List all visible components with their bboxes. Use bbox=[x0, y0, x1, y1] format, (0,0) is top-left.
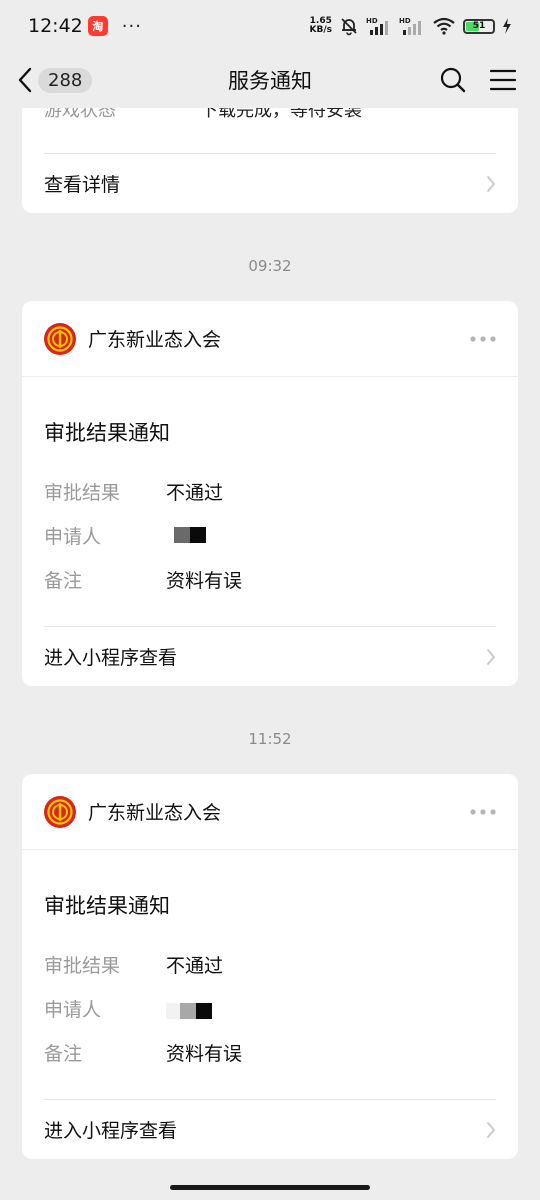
field-label: 申请人 bbox=[44, 998, 102, 1021]
bell-muted-icon bbox=[341, 18, 357, 36]
partial-message-card: 游戏状态 下载完成，等待安装 查看详情 bbox=[22, 108, 518, 213]
open-miniprogram-link[interactable]: 进入小程序查看 bbox=[22, 1100, 518, 1159]
message-list: 游戏状态 下载完成，等待安装 查看详情 09:32 广东新业态入会 审批结果通知… bbox=[0, 108, 540, 1159]
card-title: 审批结果通知 bbox=[44, 421, 170, 445]
card-title: 审批结果通知 bbox=[44, 894, 170, 918]
field-row: 备注 资料有误 bbox=[22, 557, 518, 601]
more-dots-icon[interactable] bbox=[470, 808, 496, 815]
signal-hd-2-label: HD bbox=[399, 17, 411, 25]
chevron-right-icon bbox=[487, 1121, 495, 1138]
field-label: 审批结果 bbox=[44, 954, 121, 977]
open-miniprogram-label: 进入小程序查看 bbox=[44, 1120, 178, 1142]
field-label: 备注 bbox=[44, 1042, 83, 1065]
battery-level: 51 bbox=[472, 21, 486, 31]
network-speed-unit: KB/s bbox=[309, 25, 332, 35]
field-label: 申请人 bbox=[44, 525, 102, 548]
signal-hd-icon: HD bbox=[366, 17, 388, 35]
chevron-left-icon bbox=[18, 67, 32, 93]
redacted-applicant bbox=[166, 1003, 212, 1019]
field-row: 审批结果 不通过 bbox=[22, 469, 518, 513]
back-button[interactable]: 288 bbox=[18, 67, 93, 93]
union-logo-icon[interactable] bbox=[44, 795, 76, 828]
signal-hd-label: HD bbox=[366, 17, 378, 25]
message-card: 广东新业态入会 审批结果通知 审批结果 不通过 申请人 备注 资料有误 进入小程… bbox=[22, 774, 518, 1159]
field-row: 审批结果 不通过 bbox=[22, 942, 518, 986]
chevron-right-icon bbox=[487, 648, 495, 665]
status-right-group: 1.65 KB/s HD HD 51 bbox=[310, 16, 512, 36]
charging-bolt-icon bbox=[503, 18, 511, 34]
home-indicator[interactable] bbox=[170, 1185, 370, 1190]
field-label: 审批结果 bbox=[44, 481, 121, 504]
field-value: 不通过 bbox=[166, 481, 224, 504]
union-logo-icon[interactable] bbox=[44, 322, 76, 355]
field-row: 申请人 bbox=[22, 513, 518, 557]
message-timestamp: 11:52 bbox=[248, 730, 292, 748]
search-icon[interactable] bbox=[440, 67, 466, 93]
field-row: 申请人 bbox=[22, 986, 518, 1030]
field-label: 备注 bbox=[44, 569, 83, 592]
battery-indicator: 51 bbox=[463, 18, 495, 34]
partial-field-row: 游戏状态 下载完成，等待安装 bbox=[22, 108, 518, 141]
card-header: 广东新业态入会 bbox=[22, 774, 518, 850]
more-dots-icon[interactable] bbox=[470, 335, 496, 342]
menu-icon[interactable] bbox=[490, 68, 516, 92]
field-label: 游戏状态 bbox=[44, 108, 116, 121]
field-value: 下载完成，等待安装 bbox=[200, 108, 362, 121]
field-row: 备注 资料有误 bbox=[22, 1030, 518, 1074]
status-bar: 12:42 淘 ··· 1.65 KB/s HD HD 51 bbox=[0, 0, 540, 52]
status-time: 12:42 bbox=[28, 15, 83, 37]
unread-count-badge: 288 bbox=[38, 67, 93, 93]
card-header: 广东新业态入会 bbox=[22, 301, 518, 377]
redacted-applicant bbox=[166, 527, 206, 543]
message-timestamp: 09:32 bbox=[248, 257, 292, 275]
open-miniprogram-link[interactable]: 进入小程序查看 bbox=[22, 627, 518, 686]
wifi-icon bbox=[433, 17, 455, 35]
view-details-label: 查看详情 bbox=[44, 174, 121, 196]
taobao-app-icon: 淘 bbox=[87, 16, 108, 36]
chevron-right-icon bbox=[487, 175, 495, 192]
more-notifications-icon: ··· bbox=[121, 15, 142, 37]
nav-bar: 288 服务通知 bbox=[0, 52, 540, 108]
field-value: 资料有误 bbox=[166, 569, 243, 592]
nav-actions bbox=[440, 67, 516, 93]
org-name[interactable]: 广东新业态入会 bbox=[88, 798, 221, 825]
network-speed: 1.65 KB/s bbox=[310, 17, 332, 35]
signal-hd-2-icon: HD bbox=[399, 17, 421, 35]
view-details-link[interactable]: 查看详情 bbox=[22, 154, 518, 213]
field-value: 资料有误 bbox=[166, 1042, 243, 1065]
field-value: 不通过 bbox=[166, 954, 224, 977]
message-card: 广东新业态入会 审批结果通知 审批结果 不通过 申请人 备注 资料有误 进入小程… bbox=[22, 301, 518, 686]
org-name[interactable]: 广东新业态入会 bbox=[88, 325, 221, 352]
open-miniprogram-label: 进入小程序查看 bbox=[44, 647, 178, 669]
